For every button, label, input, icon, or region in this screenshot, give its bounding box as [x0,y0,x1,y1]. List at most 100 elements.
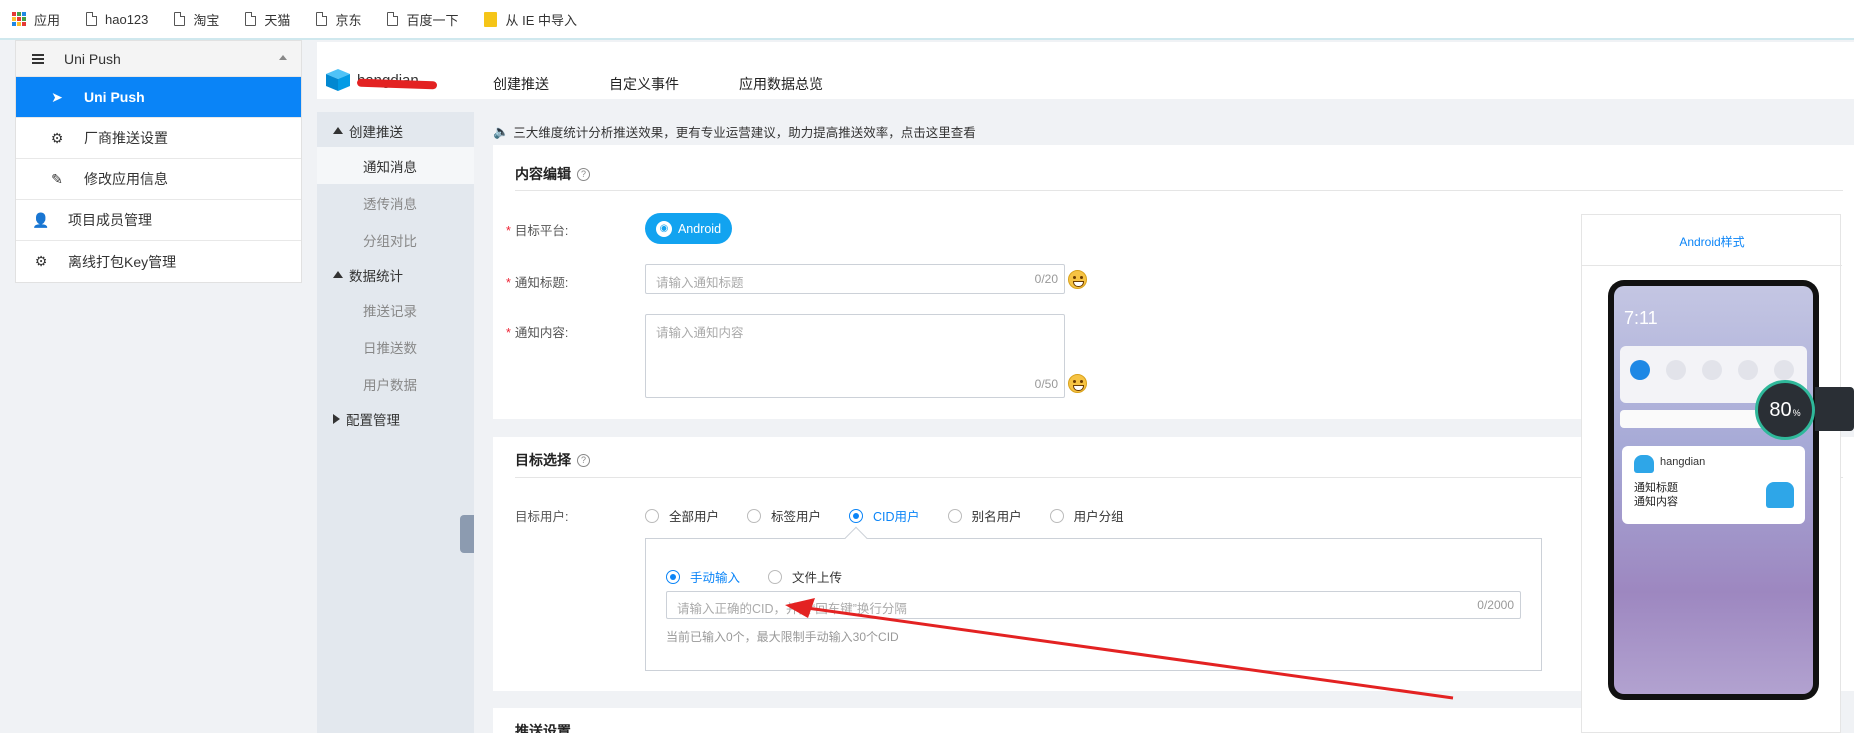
bookmark-jd[interactable]: 京东 [316,10,361,29]
nav-item-edit-app-info[interactable]: ✎ 修改应用信息 [16,159,301,200]
user-icon: 👤 [32,211,50,228]
subnav-item-user-data[interactable]: 用户数据 [317,365,474,402]
emoji-picker-icon[interactable] [1068,374,1087,393]
divider [1582,265,1842,266]
bookmark-tmall[interactable]: 天猫 [245,10,290,29]
radio-label: 标签用户 [771,510,822,524]
subnav-item-passthrough[interactable]: 透传消息 [317,184,474,221]
target-title: 目标选择? [515,450,590,470]
wifi-toggle-icon [1738,360,1758,380]
folder-icon [484,11,498,27]
menu-icon [32,52,44,66]
radio-alias-users[interactable]: 别名用户 [947,506,1022,525]
page-icon [387,12,399,26]
subnav-item-notification[interactable]: 通知消息 [317,147,474,184]
radio-manual-input[interactable]: 手动输入 [666,567,740,586]
left-nav-header[interactable]: Uni Push [16,41,301,77]
subnav-item-push-records[interactable]: 推送记录 [317,291,474,328]
tab-create-push[interactable]: 创建推送 [493,74,549,94]
nav-item-uni-push[interactable]: ➤ Uni Push [16,77,301,118]
notif-app-name: hangdian [1660,456,1706,468]
radio-all-users[interactable]: 全部用户 [645,506,719,525]
target-users-label: 目标用户: [515,510,569,524]
tab-custom-events[interactable]: 自定义事件 [609,74,679,94]
gear-icon: ⚙ [50,129,64,146]
android-icon [1634,455,1654,473]
radio-user-groups[interactable]: 用户分组 [1049,506,1124,525]
section-title: 目标选择 [515,452,571,468]
network-speed-widget [1815,387,1854,431]
collapsed-triangle-icon [333,413,340,424]
bookmark-label: 应用 [34,12,61,28]
bookmark-label: hao123 [105,11,149,27]
data-toggle-icon [1630,360,1650,380]
expand-triangle-icon [333,271,343,278]
nav-item-offline-key[interactable]: ⚙ 离线打包Key管理 [16,241,301,282]
push-settings-panel [493,708,1581,733]
gear-icon: ⚙ [34,253,48,269]
bookmarks-bar: 应用 hao123 淘宝 天猫 京东 百度一下 从 IE 中导入 [0,0,1854,40]
nav-item-members[interactable]: 👤 项目成员管理 [16,200,301,241]
main-header: hangdian 创建推送 自定义事件 应用数据总览 [317,42,1854,99]
radio-cid-users[interactable]: CID用户 [849,506,920,525]
location-toggle-icon [1702,360,1722,380]
android-icon: ◉ [655,220,672,237]
push-settings-title: 推送设置 [515,723,571,733]
preview-title[interactable]: Android样式 [1582,233,1842,250]
system-gauge-widget[interactable]: 80% [1755,380,1815,440]
phone-screen: 7:11 hangdian 通知标题 通知内容 [1614,286,1813,694]
emoji-picker-icon[interactable] [1068,270,1087,289]
platform-button-label: Android [677,221,722,236]
page-icon [174,12,186,26]
subnav-item-group-compare[interactable]: 分组对比 [317,221,474,258]
platform-label: * 目标平台: [506,224,569,238]
nav-item-vendor-push-settings[interactable]: ⚙ 厂商推送设置 [16,118,301,159]
bookmark-label: 百度一下 [406,12,459,28]
bookmark-import-ie[interactable]: 从 IE 中导入 [484,10,577,29]
bookmark-label: 京东 [335,12,362,28]
radio-label: CID用户 [873,510,920,524]
left-nav-header-label: Uni Push [64,50,121,67]
flashlight-toggle-icon [1774,360,1794,380]
notice-text: 三大维度统计分析推送效果，更有专业运营建议，助力提高推送效率，点击这里查看 [513,126,976,140]
radio-circle [768,569,783,584]
radio-circle [666,569,680,584]
tab-app-data-overview[interactable]: 应用数据总览 [739,74,823,94]
stats-notice[interactable]: 🔈 三大维度统计分析推送效果，更有专业运营建议，助力提高推送效率，点击这里查看 [493,122,976,141]
char-counter: 0/2000 [1477,598,1514,612]
section-title: 内容编辑 [515,166,571,182]
help-icon[interactable]: ? [577,167,590,181]
cid-textarea[interactable]: 请输入正确的CID，并按“回车键”换行分隔 0/2000 [666,591,1521,619]
content-edit-title: 内容编辑? [515,164,590,184]
subnav-group-config[interactable]: 配置管理 [317,402,474,435]
radio-circle [849,508,864,523]
subnav-group-label: 创建推送 [349,124,403,140]
subnav-group-statistics[interactable]: 数据统计 [317,258,474,291]
bookmark-taobao[interactable]: 淘宝 [174,10,219,29]
android-platform-button[interactable]: ◉ Android [645,213,732,244]
radio-file-upload[interactable]: 文件上传 [768,567,842,586]
collapse-caret-icon [279,55,287,60]
sidebar-collapse-handle[interactable] [460,515,474,553]
bookmark-apps[interactable]: 应用 [12,10,60,29]
notif-body-input[interactable]: 请输入通知内容 0/50 [645,314,1065,398]
input-mode-options: 手动输入 文件上传 [666,567,870,586]
bookmark-hao123[interactable]: hao123 [86,12,148,27]
gauge-unit: % [1792,408,1801,418]
nav-item-label: 厂商推送设置 [84,130,168,146]
radio-circle [645,508,659,523]
bookmark-label: 天猫 [264,12,291,28]
nav-item-label: Uni Push [84,89,145,105]
radio-tag-users[interactable]: 标签用户 [747,506,821,525]
subnav-group-create-push[interactable]: 创建推送 [317,114,474,147]
target-user-options: 全部用户 标签用户 CID用户 别名用户 用户分组 [645,506,1152,525]
phone-mockup: 7:11 hangdian 通知标题 通知内容 [1608,280,1819,700]
notif-title-input[interactable]: 请输入通知标题 0/20 [645,264,1065,294]
bookmark-baidu[interactable]: 百度一下 [387,10,458,29]
subnav-item-daily-pushes[interactable]: 日推送数 [317,328,474,365]
subnav-group-label: 配置管理 [346,412,400,428]
help-icon[interactable]: ? [577,453,590,467]
speaker-icon: 🔈 [493,123,510,139]
notif-body: 通知内容 [1634,496,1678,508]
top-nav: 创建推送 自定义事件 应用数据总览 [493,74,883,94]
